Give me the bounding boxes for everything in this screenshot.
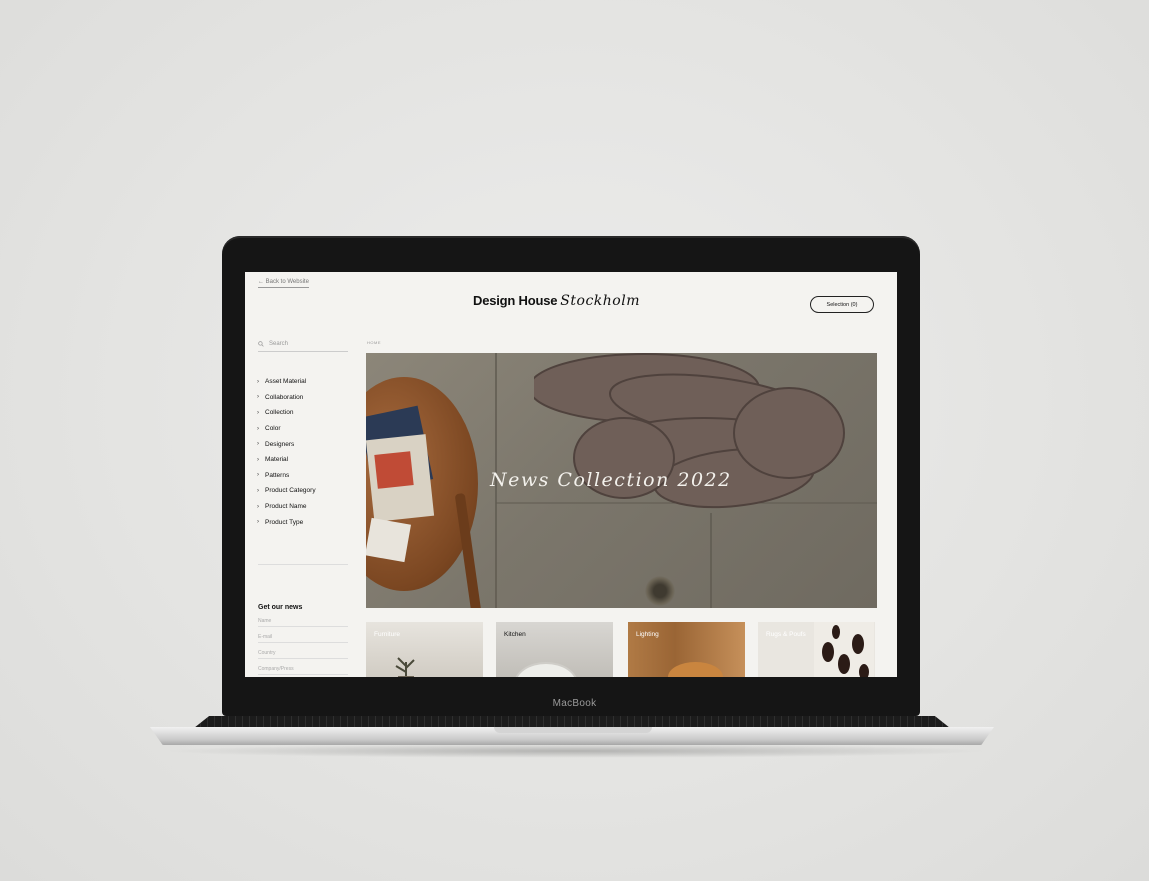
chevron-right-icon: › bbox=[257, 472, 259, 479]
filter-item-product-type[interactable]: › Product Type bbox=[257, 514, 316, 530]
chevron-right-icon: › bbox=[257, 441, 259, 448]
filter-label: Color bbox=[265, 425, 281, 433]
search-icon bbox=[258, 341, 264, 347]
filter-label: Patterns bbox=[265, 471, 290, 479]
newsletter-email-field[interactable]: E-mail bbox=[258, 631, 348, 643]
category-tile-lighting[interactable]: Lighting bbox=[628, 622, 745, 677]
brand-name: Design House bbox=[473, 293, 558, 308]
hero-banner[interactable]: News Collection 2022 bbox=[366, 353, 877, 608]
category-tile-furniture[interactable]: Furniture bbox=[366, 622, 483, 677]
glass bbox=[645, 576, 675, 606]
filter-item-designers[interactable]: › Designers bbox=[257, 436, 316, 452]
laptop-notch bbox=[494, 727, 652, 733]
newsletter-company-field[interactable]: Company/Press bbox=[258, 663, 348, 675]
chevron-right-icon: › bbox=[257, 409, 259, 416]
search-input[interactable]: Search bbox=[258, 337, 348, 352]
newsletter-title: Get our news bbox=[258, 604, 303, 611]
chevron-right-icon: › bbox=[257, 503, 259, 510]
chevron-right-icon: › bbox=[257, 394, 259, 401]
chevron-right-icon: › bbox=[257, 378, 259, 385]
filter-label: Product Category bbox=[265, 487, 316, 495]
chevron-right-icon: › bbox=[257, 456, 259, 463]
filter-item-product-category[interactable]: › Product Category bbox=[257, 483, 316, 499]
category-label: Rugs & Poufs bbox=[766, 631, 806, 638]
newsletter-name-field[interactable]: Name bbox=[258, 615, 348, 627]
filter-label: Product Name bbox=[265, 503, 307, 511]
category-tile-kitchen[interactable]: Kitchen bbox=[496, 622, 613, 677]
category-tile-rugs-poufs[interactable]: Rugs & Poufs bbox=[758, 622, 875, 677]
magazine-art bbox=[374, 451, 414, 489]
plant-graphic bbox=[395, 657, 415, 677]
laptop-shadow bbox=[160, 744, 990, 758]
brand-logo[interactable]: Design House Stockholm bbox=[473, 293, 640, 309]
newsletter-country-field[interactable]: Country bbox=[258, 647, 348, 659]
filter-item-patterns[interactable]: › Patterns bbox=[257, 468, 316, 484]
device-label: MacBook bbox=[552, 698, 597, 709]
category-label: Lighting bbox=[636, 631, 659, 638]
hero-caption: News Collection 2022 bbox=[490, 469, 732, 491]
filter-item-product-name[interactable]: › Product Name bbox=[257, 499, 316, 515]
filter-item-collection[interactable]: › Collection bbox=[257, 405, 316, 421]
plate-graphic bbox=[514, 662, 578, 677]
filter-label: Product Type bbox=[265, 518, 304, 526]
selection-button[interactable]: Selection (0) bbox=[810, 296, 874, 313]
knot-cushion bbox=[534, 353, 845, 509]
chevron-right-icon: › bbox=[257, 425, 259, 432]
filter-item-collaboration[interactable]: › Collaboration bbox=[257, 390, 316, 406]
magazine bbox=[366, 517, 411, 563]
filter-item-material[interactable]: › Material bbox=[257, 452, 316, 468]
brand-script: Stockholm bbox=[560, 293, 640, 309]
filter-label: Designers bbox=[265, 440, 295, 448]
filter-label: Asset Material bbox=[265, 378, 307, 386]
filter-item-color[interactable]: › Color bbox=[257, 421, 316, 437]
pattern-graphic bbox=[814, 622, 874, 677]
filter-list: › Asset Material › Collaboration › Collecti… bbox=[257, 374, 316, 530]
filter-item-asset-material[interactable]: › Asset Material bbox=[257, 374, 316, 390]
laptop-screen: ← Back to Website Design House Stockholm … bbox=[245, 272, 897, 677]
lamp-graphic bbox=[668, 662, 723, 677]
search-placeholder: Search bbox=[269, 341, 289, 347]
filter-label: Collection bbox=[265, 409, 294, 417]
sidebar-divider bbox=[258, 564, 348, 565]
chevron-right-icon: › bbox=[257, 487, 259, 494]
filter-label: Collaboration bbox=[265, 393, 304, 401]
filter-label: Material bbox=[265, 456, 289, 464]
back-to-website-link[interactable]: ← Back to Website bbox=[258, 279, 309, 288]
category-label: Furniture bbox=[374, 631, 401, 638]
category-label: Kitchen bbox=[504, 631, 526, 638]
breadcrumb[interactable]: HOME bbox=[367, 340, 381, 345]
chevron-right-icon: › bbox=[257, 519, 259, 526]
